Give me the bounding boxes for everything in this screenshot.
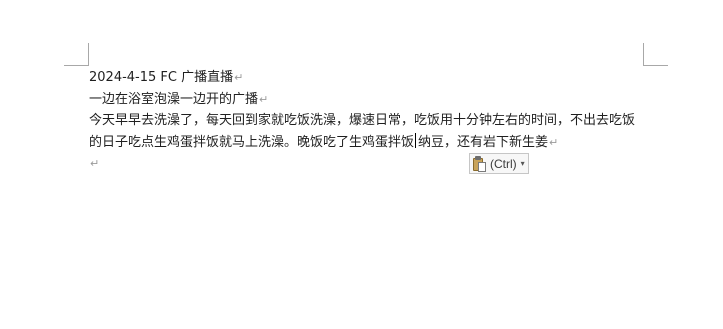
paragraph-mark: ↵ [90,157,100,170]
paragraph-mark: ↵ [549,135,559,149]
paste-options-label: (Ctrl) [490,156,517,171]
top-left-margin-mark [64,43,89,66]
paragraph-mark: ↵ [259,92,269,106]
paragraph-2[interactable]: 一边在浴室泡澡一边开的广播↵ [89,89,649,111]
paragraph-4[interactable]: ↵ [89,153,649,175]
top-right-margin-mark [643,43,668,66]
paragraph-1-text: 2024-4-15 FC 广播直播 [89,70,234,85]
document-page[interactable]: 2024-4-15 FC 广播直播↵ 一边在浴室泡澡一边开的广播↵ 今天早早去洗… [0,0,723,329]
paragraph-1[interactable]: 2024-4-15 FC 广播直播↵ [89,67,649,89]
chevron-down-icon[interactable]: ▾ [521,159,525,168]
clipboard-paste-icon [473,155,487,172]
document-body[interactable]: 2024-4-15 FC 广播直播↵ 一边在浴室泡澡一边开的广播↵ 今天早早去洗… [89,67,649,175]
paragraph-3-text-after-cursor: 纳豆，还有岩下新生姜 [418,134,549,150]
paste-options-button[interactable]: (Ctrl) ▾ [469,153,529,174]
paragraph-3[interactable]: 今天早早去洗澡了，每天回到家就吃饭洗澡，爆速日常，吃饭用十分钟左右的时间，不出去… [89,110,647,153]
text-cursor [415,132,417,148]
paragraph-2-text: 一边在浴室泡澡一边开的广播 [89,91,259,107]
paragraph-mark: ↵ [234,71,244,84]
